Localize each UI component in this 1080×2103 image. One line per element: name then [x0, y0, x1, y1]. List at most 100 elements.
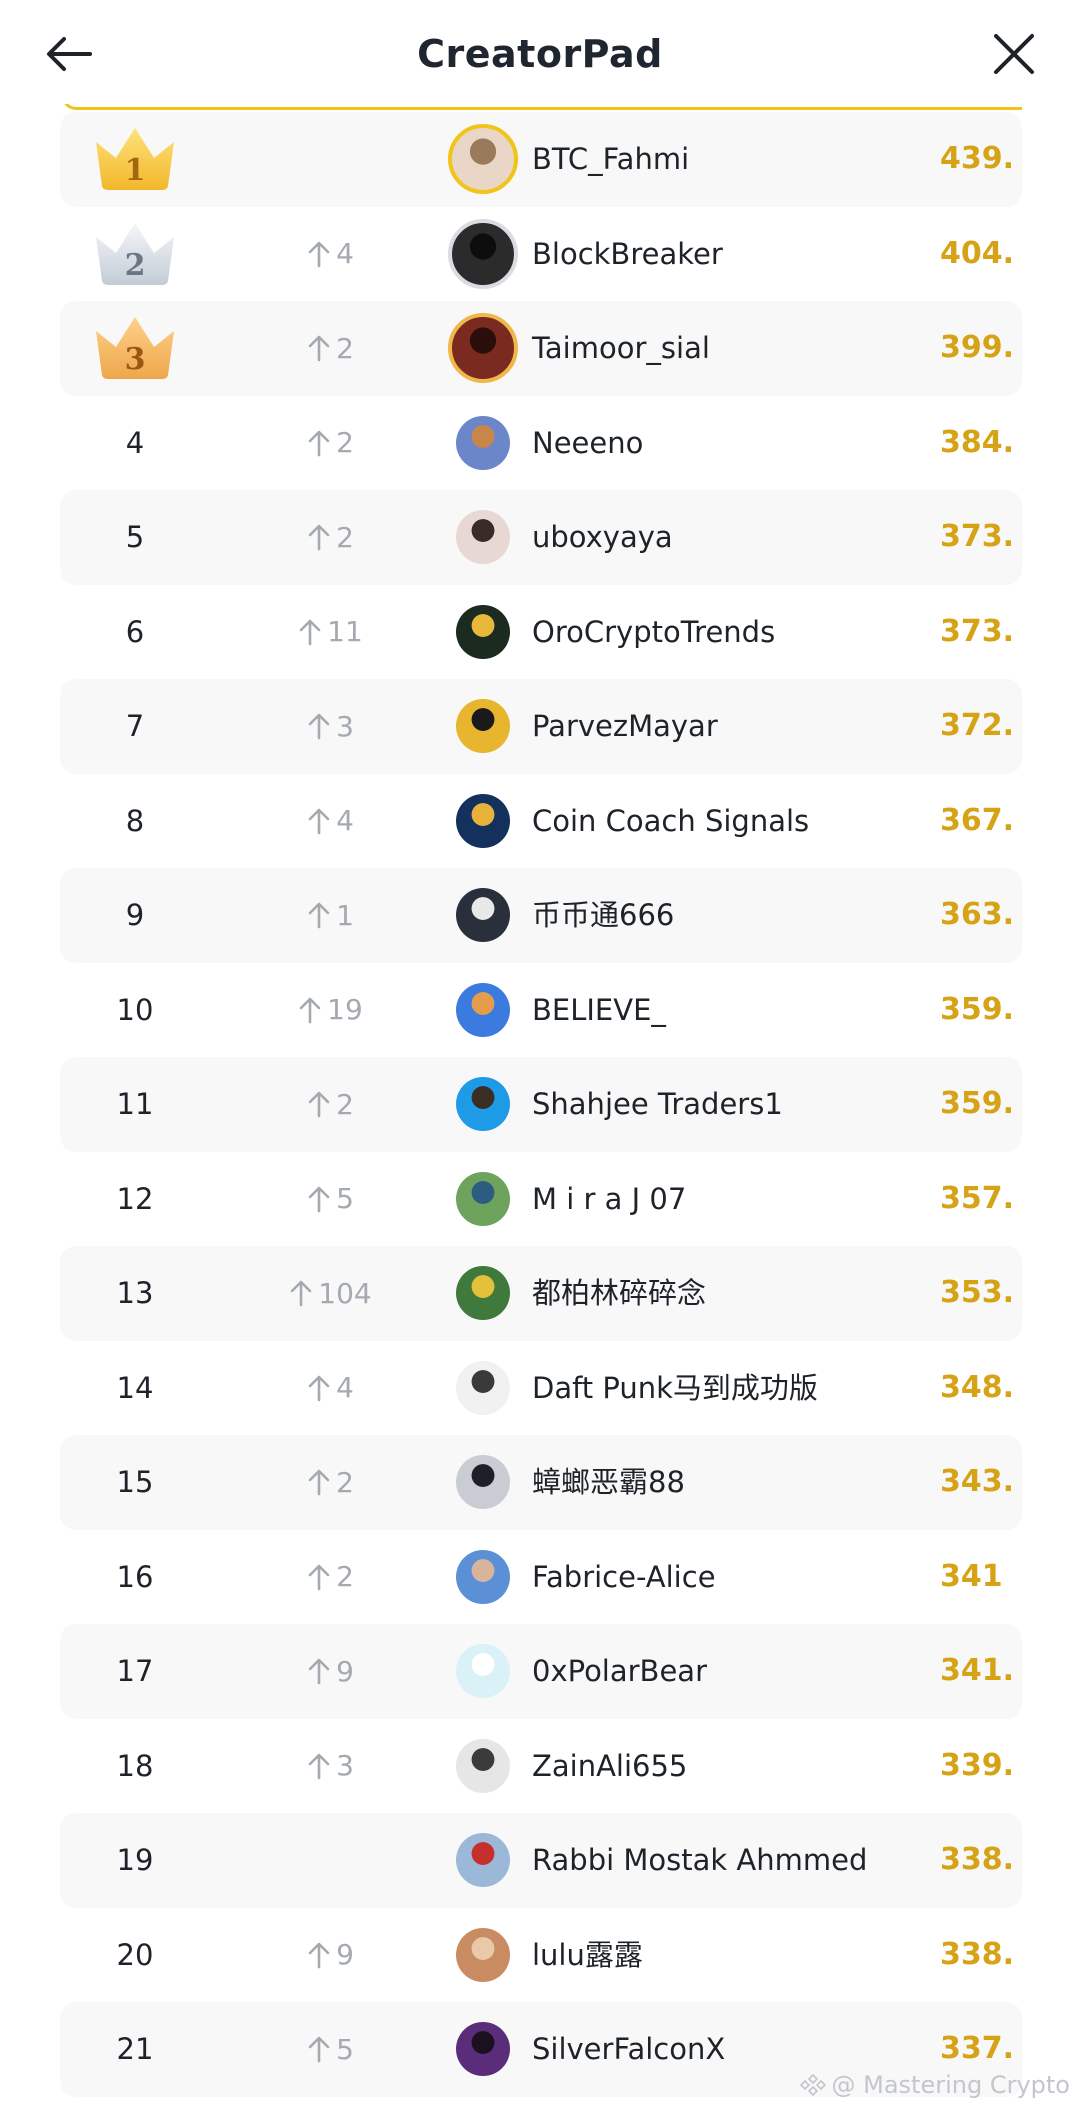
leaderboard-row[interactable]: 7 3 ParvezMayar 372.	[60, 679, 1022, 774]
rank-change: 4	[270, 1341, 390, 1436]
creator-name[interactable]: SilverFalconX	[532, 2002, 725, 2097]
rank-cell: 5	[60, 490, 210, 585]
rank-cell: 14	[60, 1341, 210, 1436]
arrow-up-icon	[308, 524, 330, 551]
leaderboard-row[interactable]: 3 2 Taimoor_sial 399.	[60, 301, 1022, 396]
rank-cell: 13	[60, 1246, 210, 1341]
rank-change: 2	[270, 301, 390, 396]
creator-name[interactable]: OroCryptoTrends	[532, 585, 775, 680]
score-value: 339.	[940, 1747, 1015, 1783]
avatar[interactable]	[456, 1360, 510, 1415]
avatar[interactable]	[456, 793, 510, 848]
leaderboard-row[interactable]: 11 2 Shahjee Traders1 359.	[60, 1057, 1022, 1152]
avatar[interactable]	[456, 982, 510, 1037]
creator-name[interactable]: ZainAli655	[532, 1719, 687, 1814]
creator-name[interactable]: 都柏林碎碎念	[532, 1246, 706, 1341]
creator-name[interactable]: BELIEVE_	[532, 963, 666, 1058]
rank-change-value: 104	[318, 1276, 372, 1310]
score-value: 399.	[940, 330, 1015, 365]
creator-name[interactable]: 蟑螂恶霸88	[532, 1435, 685, 1530]
creator-name[interactable]: Rabbi Mostak Ahmmed	[532, 1813, 867, 1908]
creator-name[interactable]: Neeeno	[532, 396, 643, 491]
score-value: 341.	[940, 1653, 1015, 1688]
avatar[interactable]	[456, 604, 510, 659]
avatar[interactable]	[456, 1077, 510, 1131]
avatar[interactable]	[456, 888, 510, 942]
score-value: 338.	[940, 1936, 1015, 1972]
leaderboard-row[interactable]: 14 4 Daft Punk马到成功版 348.	[60, 1341, 1022, 1436]
rank-change-value: 2	[336, 1465, 354, 1499]
creator-name[interactable]: BTC_Fahmi	[532, 112, 689, 207]
leaderboard-row[interactable]: 6 11 OroCryptoTrends 373.	[60, 585, 1022, 680]
avatar[interactable]	[456, 1455, 510, 1509]
leaderboard-row[interactable]: 18 3 ZainAli655 339.	[60, 1719, 1022, 1814]
score-value: 353.	[940, 1275, 1015, 1310]
leaderboard-row[interactable]: 20 9 lulu露露 338.	[60, 1908, 1022, 2003]
creator-name[interactable]: Daft Punk马到成功版	[532, 1341, 818, 1436]
leaderboard-row[interactable]: 4 2 Neeeno 384.	[60, 396, 1022, 491]
creator-name[interactable]: 币币通666	[532, 868, 674, 963]
crown-bronze-icon: 3	[96, 317, 174, 380]
score-value: 404.	[940, 235, 1015, 271]
leaderboard-row[interactable]: 19 Rabbi Mostak Ahmmed 338.	[60, 1813, 1022, 1908]
creator-name[interactable]: 0xPolarBear	[532, 1624, 707, 1719]
leaderboard-row[interactable]: 16 2 Fabrice-Alice 341	[60, 1530, 1022, 1625]
crown-rank-number: 2	[125, 248, 146, 283]
leaderboard-row[interactable]: 12 5 M i r a J 07 357.	[60, 1152, 1022, 1247]
avatar[interactable]	[456, 1644, 510, 1698]
avatar[interactable]	[456, 1738, 510, 1793]
leaderboard-row[interactable]: 5 2 uboxyaya 373.	[60, 490, 1022, 585]
rank-cell: 18	[60, 1719, 210, 1814]
avatar[interactable]	[448, 313, 518, 383]
rank-cell: 7	[60, 679, 210, 774]
leaderboard-row[interactable]: 15 2 蟑螂恶霸88 343.	[60, 1435, 1022, 1530]
leaderboard-row[interactable]: 13 104 都柏林碎碎念 353.	[60, 1246, 1022, 1341]
avatar[interactable]	[456, 699, 510, 753]
rank-cell: 12	[60, 1152, 210, 1247]
rank-change-value: 2	[336, 331, 354, 365]
leaderboard-row[interactable]: 8 4 Coin Coach Signals 367.	[60, 774, 1022, 869]
arrow-up-icon	[308, 713, 330, 740]
creator-name[interactable]: lulu露露	[532, 1908, 643, 2003]
rank-cell: 9	[60, 868, 210, 963]
creator-name[interactable]: Coin Coach Signals	[532, 774, 809, 869]
avatar[interactable]	[448, 124, 518, 194]
avatar[interactable]	[448, 218, 518, 289]
arrow-up-icon	[308, 902, 330, 929]
creator-name[interactable]: Taimoor_sial	[532, 301, 710, 396]
top-bar: CreatorPad	[0, 0, 1080, 104]
avatar[interactable]	[456, 510, 510, 564]
avatar[interactable]	[456, 415, 510, 470]
leaderboard-row[interactable]: 1 BTC_Fahmi 439.	[60, 112, 1022, 207]
rank-cell: 11	[60, 1057, 210, 1152]
avatar[interactable]	[456, 1171, 510, 1226]
leaderboard-row[interactable]: 2 4 BlockBreaker 404.	[60, 207, 1022, 302]
avatar[interactable]	[456, 1549, 510, 1604]
avatar[interactable]	[456, 2022, 510, 2076]
leaderboard-row[interactable]: 17 9 0xPolarBear 341.	[60, 1624, 1022, 1719]
arrow-up-icon	[308, 1186, 330, 1213]
rank-change-value: 4	[336, 804, 354, 838]
rank-change: 104	[270, 1246, 390, 1341]
leaderboard-row[interactable]: 9 1 币币通666 363.	[60, 868, 1022, 963]
creator-name[interactable]: Shahjee Traders1	[532, 1057, 783, 1152]
avatar[interactable]	[456, 1927, 510, 1982]
creator-name[interactable]: Fabrice-Alice	[532, 1530, 716, 1625]
creator-name[interactable]: BlockBreaker	[532, 207, 723, 302]
score-value: 357.	[940, 1180, 1015, 1216]
arrow-up-icon	[308, 808, 330, 835]
creator-name[interactable]: uboxyaya	[532, 490, 673, 585]
score-value: 359.	[940, 1086, 1015, 1121]
avatar[interactable]	[456, 1266, 510, 1320]
crown-rank-number: 1	[125, 153, 146, 188]
rank-number: 17	[116, 1654, 154, 1689]
avatar[interactable]	[456, 1833, 510, 1887]
creator-name[interactable]: ParvezMayar	[532, 679, 718, 774]
rank-change: 2	[270, 1057, 390, 1152]
rank-change-value: 11	[327, 615, 363, 649]
creator-name[interactable]: M i r a J 07	[532, 1152, 686, 1247]
rank-change: 4	[270, 207, 390, 302]
leaderboard-row[interactable]: 10 19 BELIEVE_ 359.	[60, 963, 1022, 1058]
rank-change: 5	[270, 1152, 390, 1247]
close-icon[interactable]	[984, 24, 1044, 84]
